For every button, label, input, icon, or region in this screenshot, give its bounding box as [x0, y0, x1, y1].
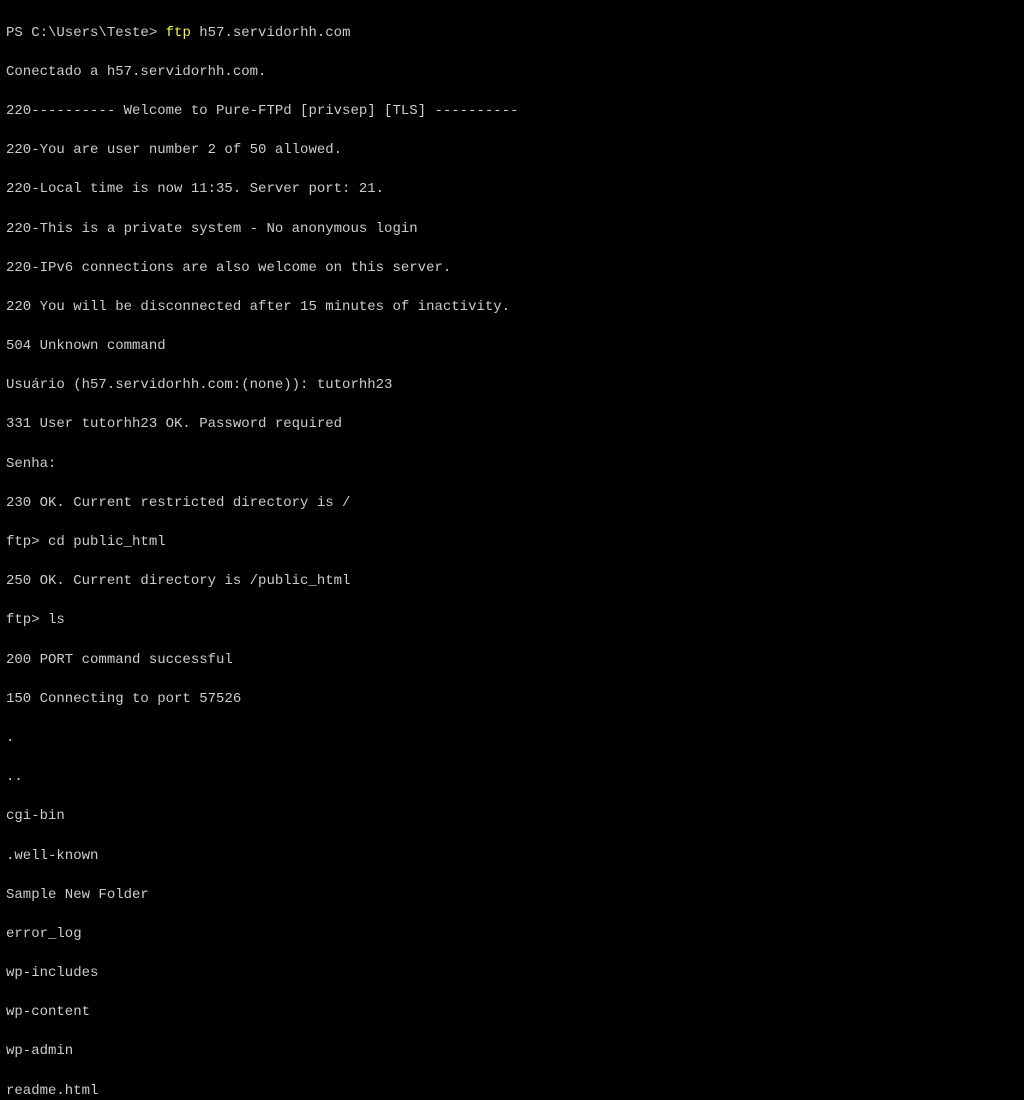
output-230-ok: 230 OK. Current restricted directory is … [6, 494, 1018, 514]
output-220-welcome: 220---------- Welcome to Pure-FTPd [priv… [6, 102, 1018, 122]
output-220-localtime: 220-Local time is now 11:35. Server port… [6, 180, 1018, 200]
ls-wp-includes: wp-includes [6, 964, 1018, 984]
output-250-ok: 250 OK. Current directory is /public_htm… [6, 572, 1018, 592]
ls-wp-admin: wp-admin [6, 1042, 1018, 1062]
output-connected: Conectado a h57.servidorhh.com. [6, 63, 1018, 83]
ls-readme: readme.html [6, 1082, 1018, 1100]
ftp-host-arg: h57.servidorhh.com [199, 25, 350, 41]
ls-error-log: error_log [6, 925, 1018, 945]
ls-cgi-bin: cgi-bin [6, 807, 1018, 827]
output-150-connecting: 150 Connecting to port 57526 [6, 690, 1018, 710]
output-220-private: 220-This is a private system - No anonym… [6, 220, 1018, 240]
ftp-command: ftp [166, 25, 200, 41]
output-senha: Senha: [6, 455, 1018, 475]
output-504-unknown: 504 Unknown command [6, 337, 1018, 357]
terminal-output[interactable]: PS C:\Users\Teste> ftp h57.servidorhh.co… [6, 4, 1018, 1100]
output-220-ipv6: 220-IPv6 connections are also welcome on… [6, 259, 1018, 279]
ftp-prompt-ls: ftp> ls [6, 611, 1018, 631]
ls-wp-content: wp-content [6, 1003, 1018, 1023]
ls-dot: . [6, 729, 1018, 749]
prompt-line-1: PS C:\Users\Teste> ftp h57.servidorhh.co… [6, 24, 1018, 44]
ls-well-known: .well-known [6, 847, 1018, 867]
ls-sample-folder: Sample New Folder [6, 886, 1018, 906]
output-220-disconnect: 220 You will be disconnected after 15 mi… [6, 298, 1018, 318]
output-200-port: 200 PORT command successful [6, 651, 1018, 671]
ps-prompt: PS C:\Users\Teste> [6, 25, 166, 41]
ls-dotdot: .. [6, 768, 1018, 788]
output-331-password: 331 User tutorhh23 OK. Password required [6, 415, 1018, 435]
output-220-usernum: 220-You are user number 2 of 50 allowed. [6, 141, 1018, 161]
output-username-prompt: Usuário (h57.servidorhh.com:(none)): tut… [6, 376, 1018, 396]
